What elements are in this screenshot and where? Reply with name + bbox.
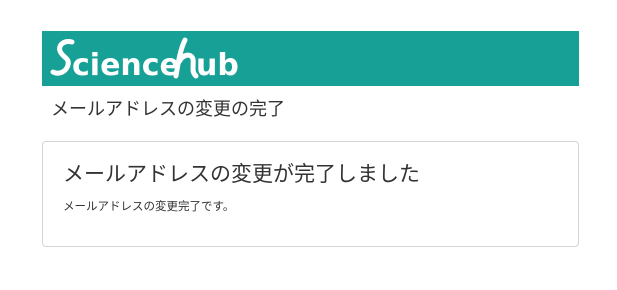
completion-panel: メールアドレスの変更が完了しました メールアドレスの変更完了です。 (42, 141, 579, 247)
sciencehub-logo[interactable]: cience ub (48, 34, 258, 83)
header-bar: cience ub (42, 31, 579, 86)
completion-message: メールアドレスの変更完了です。 (63, 199, 235, 213)
svg-text:cience: cience (72, 48, 180, 83)
page: cience ub メールアドレスの変更の完了 メールアドレスの変更が完了しまし… (0, 0, 617, 290)
completion-title: メールアドレスの変更が完了しました (63, 162, 420, 186)
page-title: メールアドレスの変更の完了 (51, 99, 285, 120)
sciencehub-logo-image: cience ub (50, 37, 239, 83)
svg-text:ub: ub (196, 48, 239, 83)
